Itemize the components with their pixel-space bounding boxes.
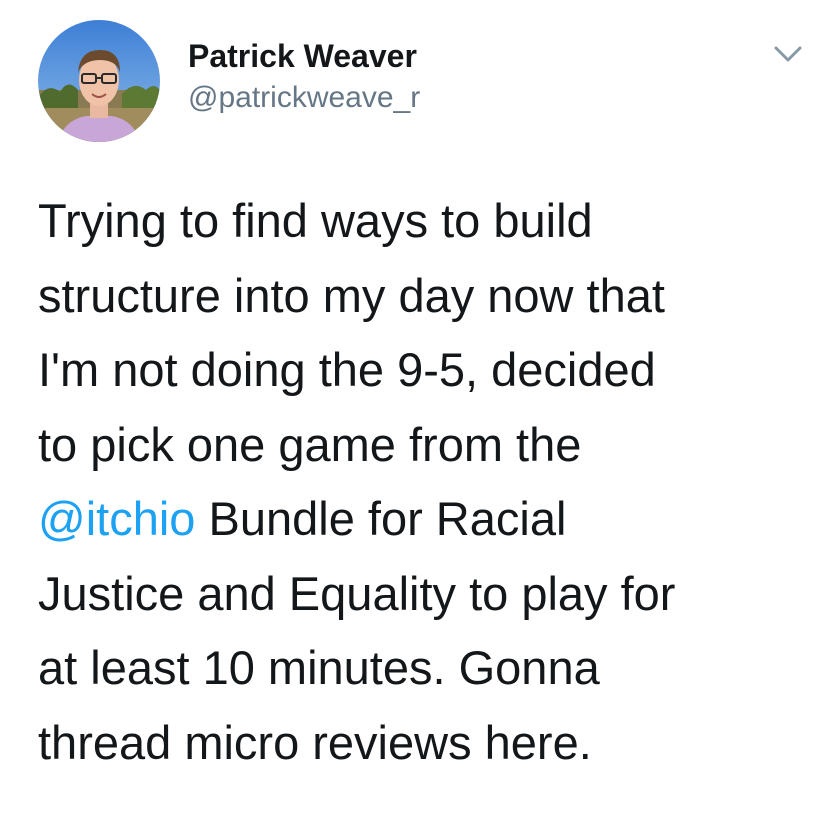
author-handle[interactable]: @patrickweave_r — [188, 78, 420, 118]
tweet-text-line: structure into my day now that — [38, 268, 665, 322]
tweet-text-line: Justice and Equality to play for — [38, 566, 676, 620]
tweet-text-line: thread micro reviews here. — [38, 715, 592, 769]
tweet-text-line: @itchio Bundle for Racial — [38, 482, 808, 557]
tweet-author: Patrick Weaver @patrickweave_r — [188, 36, 420, 118]
tweet-text: Trying to find ways to build structure i… — [38, 184, 808, 780]
tweet-text-line: Trying to find ways to build — [38, 194, 593, 247]
avatar[interactable] — [38, 20, 160, 142]
tweet-card: Patrick Weaver @patrickweave_r Trying to… — [0, 0, 820, 820]
mention-link[interactable]: @itchio — [38, 492, 195, 545]
tweet-text-line: I'm not doing the 9-5, decided — [38, 343, 656, 396]
tweet-text-line: to pick one game from the — [38, 417, 582, 471]
chevron-down-icon[interactable] — [768, 38, 808, 72]
tweet-text-line: at least 10 minutes. Gonna — [38, 641, 600, 694]
author-display-name[interactable]: Patrick Weaver — [188, 36, 420, 76]
tweet-text-segment: Bundle for Racial — [195, 492, 567, 545]
avatar-photo — [38, 20, 160, 142]
